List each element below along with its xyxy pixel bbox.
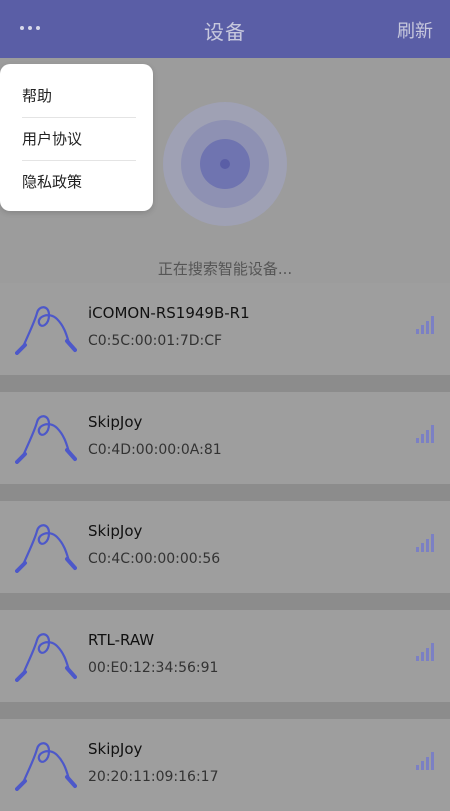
list-divider — [0, 484, 450, 501]
device-row-5[interactable]: SkipJoy 20:20:11:09:16:17 — [0, 719, 450, 811]
jump-rope-icon — [15, 306, 77, 355]
signal-strength-icon — [416, 752, 434, 770]
device-name: RTL-RAW — [88, 631, 155, 649]
device-name: SkipJoy — [88, 740, 143, 758]
app-header: 设备 刷新 — [0, 0, 450, 58]
device-mac: 20:20:11:09:16:17 — [88, 769, 219, 785]
menu-item-help[interactable]: 帮助 — [22, 75, 136, 118]
device-row-3[interactable]: SkipJoy C0:4C:00:00:00:56 — [0, 501, 450, 593]
device-name: SkipJoy — [88, 522, 143, 540]
overflow-menu: 帮助 用户协议 隐私政策 — [0, 64, 153, 211]
menu-item-privacy-policy[interactable]: 隐私政策 — [22, 161, 136, 203]
signal-strength-icon — [416, 643, 434, 661]
searching-status: 正在搜索智能设备... — [157, 260, 293, 278]
device-name: iCOMON-RS1949B-R1 — [88, 304, 250, 322]
jump-rope-icon — [15, 742, 77, 791]
device-mac: C0:5C:00:01:7D:CF — [88, 333, 223, 349]
device-name: SkipJoy — [88, 413, 143, 431]
device-list: iCOMON-RS1949B-R1 C0:5C:00:01:7D:CF Skip… — [0, 283, 450, 811]
list-divider — [0, 375, 450, 392]
refresh-button[interactable]: 刷新 — [397, 17, 433, 43]
device-mac: 00:E0:12:34:56:91 — [88, 660, 219, 676]
jump-rope-icon — [15, 633, 77, 682]
jump-rope-icon — [15, 415, 77, 464]
device-row-4[interactable]: RTL-RAW 00:E0:12:34:56:91 — [0, 610, 450, 702]
list-divider — [0, 702, 450, 719]
device-row-1[interactable]: iCOMON-RS1949B-R1 C0:5C:00:01:7D:CF — [0, 283, 450, 375]
menu-item-user-agreement[interactable]: 用户协议 — [22, 118, 136, 161]
signal-strength-icon — [416, 316, 434, 334]
device-row-2[interactable]: SkipJoy C0:4D:00:00:0A:81 — [0, 392, 450, 484]
list-divider — [0, 593, 450, 610]
signal-strength-icon — [416, 425, 434, 443]
signal-strength-icon — [416, 534, 434, 552]
radar-scan-icon — [163, 102, 287, 226]
jump-rope-icon — [15, 524, 77, 573]
device-mac: C0:4C:00:00:00:56 — [88, 551, 221, 567]
device-mac: C0:4D:00:00:0A:81 — [88, 442, 222, 458]
page-title: 设备 — [204, 20, 246, 44]
